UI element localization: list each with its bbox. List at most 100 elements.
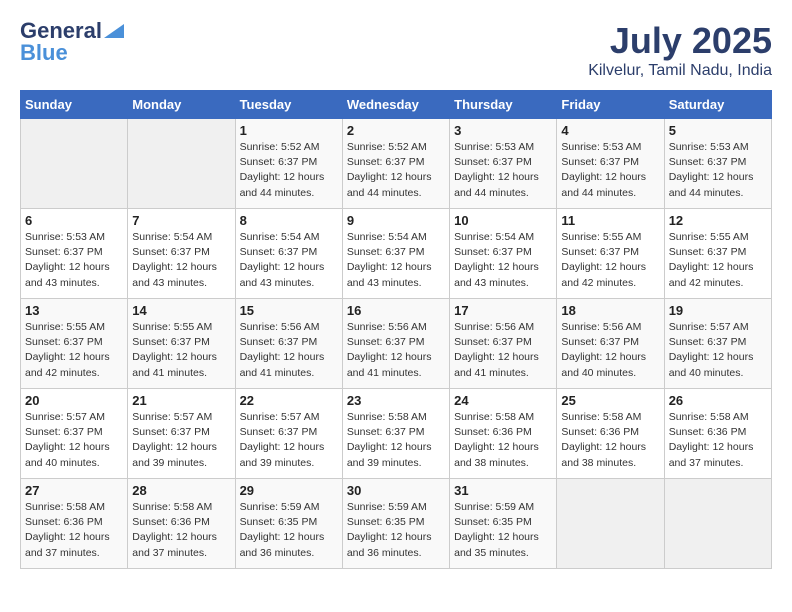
day-number: 7 <box>132 213 230 228</box>
day-number: 1 <box>240 123 338 138</box>
week-row-5: 27 Sunrise: 5:58 AM Sunset: 6:36 PM Dayli… <box>21 479 772 569</box>
day-info: Sunrise: 5:54 AM Sunset: 6:37 PM Dayligh… <box>454 230 552 291</box>
day-number: 31 <box>454 483 552 498</box>
day-number: 21 <box>132 393 230 408</box>
day-info: Sunrise: 5:58 AM Sunset: 6:36 PM Dayligh… <box>561 410 659 471</box>
day-number: 4 <box>561 123 659 138</box>
day-info: Sunrise: 5:55 AM Sunset: 6:37 PM Dayligh… <box>669 230 767 291</box>
calendar-table: SundayMondayTuesdayWednesdayThursdayFrid… <box>20 90 772 569</box>
day-cell: 3 Sunrise: 5:53 AM Sunset: 6:37 PM Daylig… <box>450 119 557 209</box>
week-row-2: 6 Sunrise: 5:53 AM Sunset: 6:37 PM Daylig… <box>21 209 772 299</box>
day-number: 16 <box>347 303 445 318</box>
day-cell: 12 Sunrise: 5:55 AM Sunset: 6:37 PM Dayli… <box>664 209 771 299</box>
day-number: 13 <box>25 303 123 318</box>
day-number: 28 <box>132 483 230 498</box>
day-number: 10 <box>454 213 552 228</box>
day-cell: 27 Sunrise: 5:58 AM Sunset: 6:36 PM Dayli… <box>21 479 128 569</box>
day-number: 23 <box>347 393 445 408</box>
day-cell: 16 Sunrise: 5:56 AM Sunset: 6:37 PM Dayli… <box>342 299 449 389</box>
day-number: 30 <box>347 483 445 498</box>
day-number: 19 <box>669 303 767 318</box>
day-number: 25 <box>561 393 659 408</box>
day-number: 2 <box>347 123 445 138</box>
day-cell: 20 Sunrise: 5:57 AM Sunset: 6:37 PM Dayli… <box>21 389 128 479</box>
weekday-header-monday: Monday <box>128 91 235 119</box>
day-info: Sunrise: 5:56 AM Sunset: 6:37 PM Dayligh… <box>347 320 445 381</box>
day-number: 8 <box>240 213 338 228</box>
day-info: Sunrise: 5:57 AM Sunset: 6:37 PM Dayligh… <box>25 410 123 471</box>
weekday-header-friday: Friday <box>557 91 664 119</box>
day-cell: 22 Sunrise: 5:57 AM Sunset: 6:37 PM Dayli… <box>235 389 342 479</box>
page-header: General Blue July 2025 Kilvelur, Tamil N… <box>20 20 772 80</box>
day-number: 5 <box>669 123 767 138</box>
week-row-3: 13 Sunrise: 5:55 AM Sunset: 6:37 PM Dayli… <box>21 299 772 389</box>
day-info: Sunrise: 5:53 AM Sunset: 6:37 PM Dayligh… <box>669 140 767 201</box>
day-info: Sunrise: 5:58 AM Sunset: 6:36 PM Dayligh… <box>132 500 230 561</box>
day-cell: 17 Sunrise: 5:56 AM Sunset: 6:37 PM Dayli… <box>450 299 557 389</box>
day-number: 18 <box>561 303 659 318</box>
day-number: 22 <box>240 393 338 408</box>
day-info: Sunrise: 5:59 AM Sunset: 6:35 PM Dayligh… <box>347 500 445 561</box>
day-number: 24 <box>454 393 552 408</box>
day-info: Sunrise: 5:56 AM Sunset: 6:37 PM Dayligh… <box>240 320 338 381</box>
weekday-header-row: SundayMondayTuesdayWednesdayThursdayFrid… <box>21 91 772 119</box>
day-cell: 9Sunrise: 5:54 AM Sunset: 6:37 PM Daylig… <box>342 209 449 299</box>
day-cell <box>128 119 235 209</box>
weekday-header-tuesday: Tuesday <box>235 91 342 119</box>
day-cell: 8 Sunrise: 5:54 AM Sunset: 6:37 PM Daylig… <box>235 209 342 299</box>
day-cell <box>557 479 664 569</box>
day-info: Sunrise: 5:55 AM Sunset: 6:37 PM Dayligh… <box>25 320 123 381</box>
title-section: July 2025 Kilvelur, Tamil Nadu, India <box>588 20 772 80</box>
day-info: Sunrise: 5:58 AM Sunset: 6:36 PM Dayligh… <box>25 500 123 561</box>
day-cell: 29 Sunrise: 5:59 AM Sunset: 6:35 PM Dayli… <box>235 479 342 569</box>
day-number: 15 <box>240 303 338 318</box>
weekday-header-sunday: Sunday <box>21 91 128 119</box>
day-cell: 21 Sunrise: 5:57 AM Sunset: 6:37 PM Dayli… <box>128 389 235 479</box>
day-info: Sunrise: 5:53 AM Sunset: 6:37 PM Dayligh… <box>25 230 123 291</box>
day-number: 14 <box>132 303 230 318</box>
day-number: 20 <box>25 393 123 408</box>
day-number: 17 <box>454 303 552 318</box>
day-cell: 19 Sunrise: 5:57 AM Sunset: 6:37 PM Dayli… <box>664 299 771 389</box>
day-cell: 4 Sunrise: 5:53 AM Sunset: 6:37 PM Daylig… <box>557 119 664 209</box>
day-cell: 25 Sunrise: 5:58 AM Sunset: 6:36 PM Dayli… <box>557 389 664 479</box>
day-info: Sunrise: 5:57 AM Sunset: 6:37 PM Dayligh… <box>132 410 230 471</box>
day-cell: 18Sunrise: 5:56 AM Sunset: 6:37 PM Dayli… <box>557 299 664 389</box>
week-row-4: 20 Sunrise: 5:57 AM Sunset: 6:37 PM Dayli… <box>21 389 772 479</box>
day-number: 29 <box>240 483 338 498</box>
day-info: Sunrise: 5:52 AM Sunset: 6:37 PM Dayligh… <box>347 140 445 201</box>
day-cell: 2 Sunrise: 5:52 AM Sunset: 6:37 PM Daylig… <box>342 119 449 209</box>
weekday-header-thursday: Thursday <box>450 91 557 119</box>
day-cell: 24Sunrise: 5:58 AM Sunset: 6:36 PM Dayli… <box>450 389 557 479</box>
day-cell: 7Sunrise: 5:54 AM Sunset: 6:37 PM Daylig… <box>128 209 235 299</box>
day-number: 27 <box>25 483 123 498</box>
week-row-1: 1 Sunrise: 5:52 AM Sunset: 6:37 PM Daylig… <box>21 119 772 209</box>
day-cell: 6 Sunrise: 5:53 AM Sunset: 6:37 PM Daylig… <box>21 209 128 299</box>
month-title: July 2025 <box>588 20 772 62</box>
day-info: Sunrise: 5:53 AM Sunset: 6:37 PM Dayligh… <box>561 140 659 201</box>
day-cell: 23 Sunrise: 5:58 AM Sunset: 6:37 PM Dayli… <box>342 389 449 479</box>
day-info: Sunrise: 5:55 AM Sunset: 6:37 PM Dayligh… <box>561 230 659 291</box>
day-info: Sunrise: 5:57 AM Sunset: 6:37 PM Dayligh… <box>240 410 338 471</box>
day-cell: 10 Sunrise: 5:54 AM Sunset: 6:37 PM Dayli… <box>450 209 557 299</box>
day-info: Sunrise: 5:58 AM Sunset: 6:37 PM Dayligh… <box>347 410 445 471</box>
day-info: Sunrise: 5:52 AM Sunset: 6:37 PM Dayligh… <box>240 140 338 201</box>
day-info: Sunrise: 5:56 AM Sunset: 6:37 PM Dayligh… <box>454 320 552 381</box>
day-cell: 30 Sunrise: 5:59 AM Sunset: 6:35 PM Dayli… <box>342 479 449 569</box>
logo: General Blue <box>20 20 124 66</box>
day-info: Sunrise: 5:55 AM Sunset: 6:37 PM Dayligh… <box>132 320 230 381</box>
logo-blue: Blue <box>20 40 68 66</box>
day-number: 12 <box>669 213 767 228</box>
day-number: 3 <box>454 123 552 138</box>
day-cell <box>664 479 771 569</box>
day-cell: 15 Sunrise: 5:56 AM Sunset: 6:37 PM Dayli… <box>235 299 342 389</box>
day-info: Sunrise: 5:57 AM Sunset: 6:37 PM Dayligh… <box>669 320 767 381</box>
day-info: Sunrise: 5:53 AM Sunset: 6:37 PM Dayligh… <box>454 140 552 201</box>
day-number: 6 <box>25 213 123 228</box>
day-cell: 14 Sunrise: 5:55 AM Sunset: 6:37 PM Dayli… <box>128 299 235 389</box>
day-cell: 11Sunrise: 5:55 AM Sunset: 6:37 PM Dayli… <box>557 209 664 299</box>
day-info: Sunrise: 5:59 AM Sunset: 6:35 PM Dayligh… <box>240 500 338 561</box>
day-info: Sunrise: 5:54 AM Sunset: 6:37 PM Dayligh… <box>240 230 338 291</box>
day-number: 9 <box>347 213 445 228</box>
location-title: Kilvelur, Tamil Nadu, India <box>588 62 772 80</box>
